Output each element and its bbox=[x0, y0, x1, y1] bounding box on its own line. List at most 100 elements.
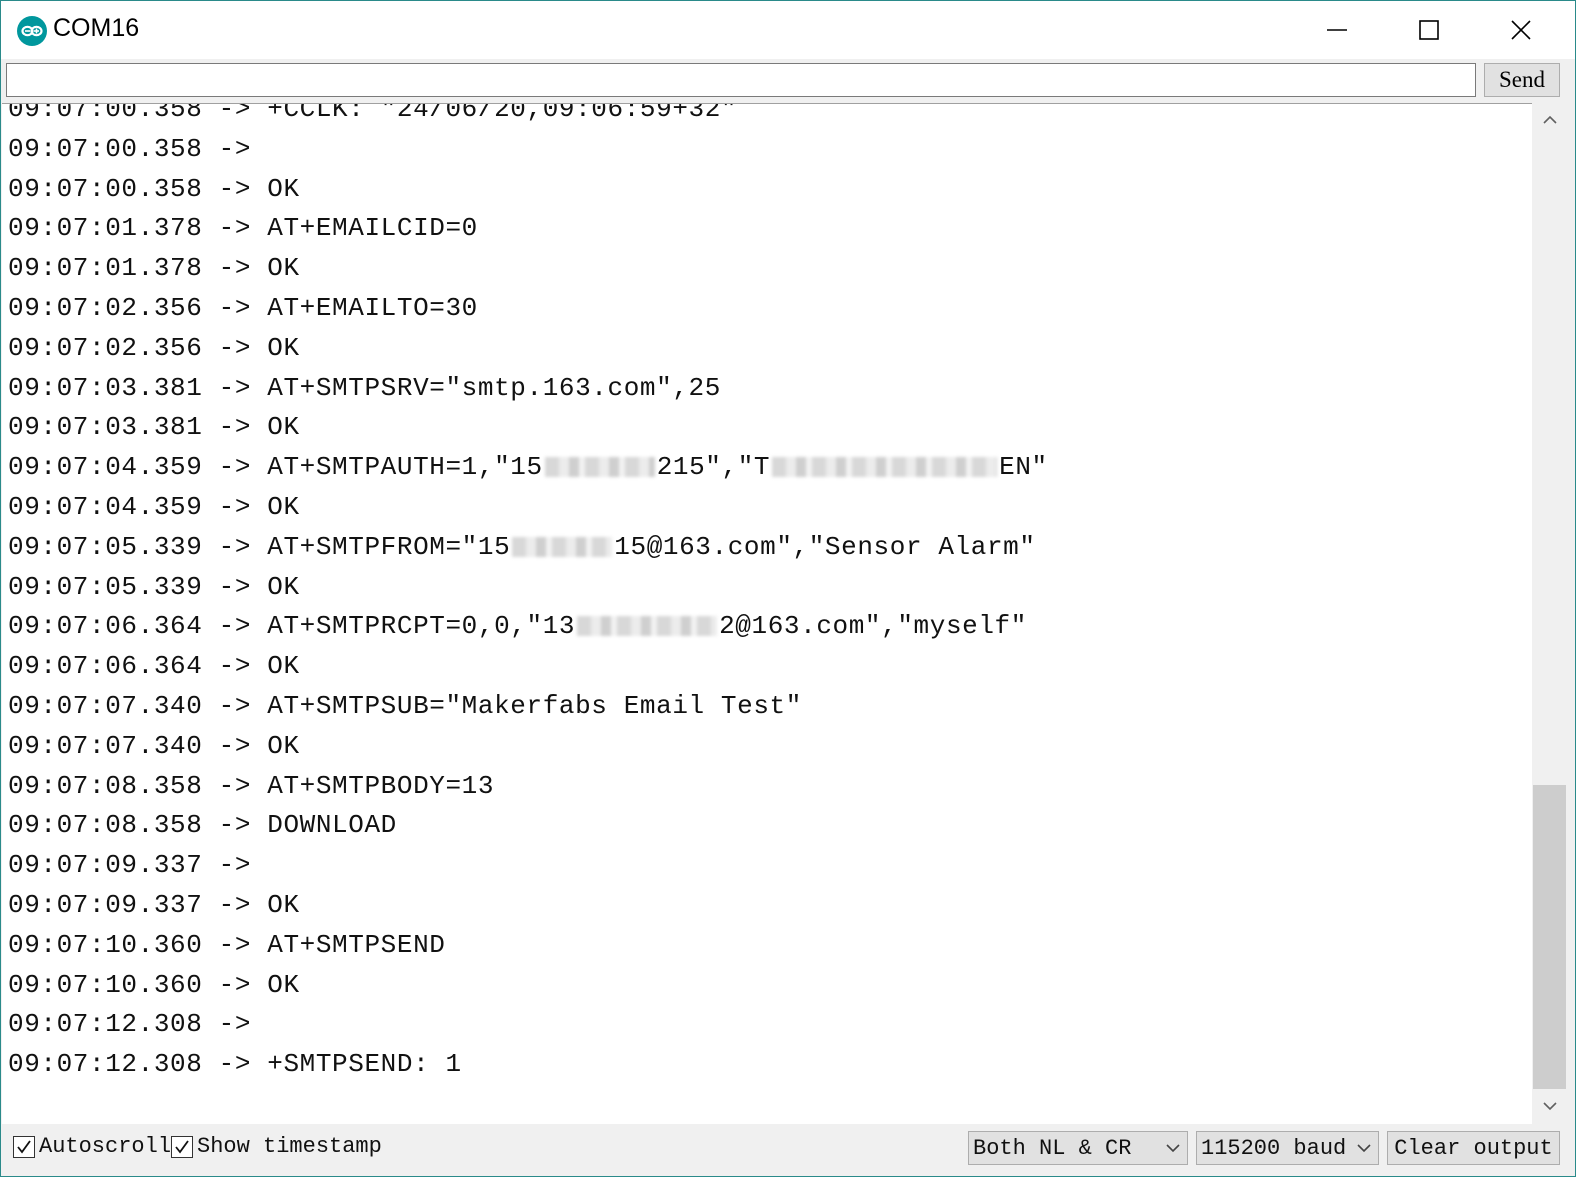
line-timestamp: 09:07:00.358 bbox=[8, 173, 203, 204]
line-text: OK bbox=[267, 969, 300, 1000]
output-line: 09:07:09.337 -> OK bbox=[8, 886, 1048, 926]
line-text: AT+SMTPSUB="Makerfabs Email Test" bbox=[267, 690, 802, 721]
line-arrow: -> bbox=[218, 1009, 252, 1040]
line-text: +CCLK: "24/06/20,09:06:59+32" bbox=[267, 103, 738, 124]
line-text: OK bbox=[267, 491, 300, 522]
output-line: 09:07:06.364 -> AT+SMTPRCPT=0,0,"13 2@163… bbox=[8, 607, 1048, 647]
line-arrow: -> bbox=[218, 611, 252, 642]
line-text: AT+SMTPBODY=13 bbox=[267, 770, 495, 801]
line-timestamp: 09:07:01.378 bbox=[8, 253, 203, 284]
output-line: 09:07:05.339 -> AT+SMTPFROM="15 15@163.co… bbox=[8, 528, 1048, 568]
title-bar[interactable]: COM16 bbox=[1, 1, 1575, 59]
output-line: 09:07:03.381 -> OK bbox=[8, 408, 1048, 448]
line-timestamp: 09:07:07.340 bbox=[8, 690, 203, 721]
output-line: 09:07:04.359 -> OK bbox=[8, 488, 1048, 528]
timestamp-option[interactable]: Show timestamp bbox=[171, 1134, 382, 1159]
line-timestamp: 09:07:02.356 bbox=[8, 292, 203, 323]
arduino-logo-icon bbox=[17, 16, 47, 46]
line-text: AT+SMTPSEND bbox=[267, 929, 446, 960]
line-timestamp: 09:07:04.359 bbox=[8, 452, 203, 483]
line-timestamp: 09:07:04.359 bbox=[8, 491, 203, 522]
line-arrow: -> bbox=[218, 412, 252, 443]
output-line: 09:07:07.340 -> OK bbox=[8, 727, 1048, 767]
line-text-segment: 215","T bbox=[656, 452, 771, 483]
line-text: AT+SMTPSRV="smtp.163.com",25 bbox=[267, 372, 721, 403]
line-arrow: -> bbox=[218, 810, 252, 841]
line-timestamp: 09:07:01.378 bbox=[8, 213, 203, 244]
chevron-down-icon bbox=[1166, 1144, 1180, 1153]
vertical-scrollbar[interactable] bbox=[1533, 103, 1566, 1123]
chevron-up-icon bbox=[1542, 115, 1557, 124]
line-arrow: -> bbox=[218, 969, 252, 1000]
output-line: 09:07:04.359 -> AT+SMTPAUTH=1,"15 215","T… bbox=[8, 448, 1048, 488]
output-line: 09:07:08.358 -> AT+SMTPBODY=13 bbox=[8, 767, 1048, 807]
line-text: AT+EMAILCID=0 bbox=[267, 213, 478, 244]
scroll-down-button[interactable] bbox=[1533, 1089, 1566, 1123]
timestamp-label: Show timestamp bbox=[197, 1134, 382, 1159]
line-arrow: -> bbox=[218, 531, 252, 562]
send-button[interactable]: Send bbox=[1484, 63, 1560, 97]
redacted-text bbox=[772, 457, 998, 478]
output-line: 09:07:01.378 -> OK bbox=[8, 249, 1048, 289]
line-arrow: -> bbox=[218, 770, 252, 801]
line-arrow: -> bbox=[218, 491, 252, 522]
line-timestamp: 09:07:06.364 bbox=[8, 611, 203, 642]
minimize-icon bbox=[1327, 29, 1347, 31]
scroll-up-button[interactable] bbox=[1533, 103, 1566, 137]
output-line: 09:07:03.381 -> AT+SMTPSRV="smtp.163.com… bbox=[8, 369, 1048, 409]
line-text-segment: 2@163.com","myself" bbox=[719, 611, 1027, 642]
checkmark-icon bbox=[17, 1139, 31, 1153]
line-arrow: -> bbox=[218, 103, 252, 124]
scroll-thumb[interactable] bbox=[1533, 785, 1566, 1089]
chevron-down-icon bbox=[1542, 1102, 1557, 1111]
autoscroll-checkbox[interactable] bbox=[13, 1135, 35, 1158]
output-line: 09:07:05.339 -> OK bbox=[8, 568, 1048, 608]
output-line: 09:07:12.308 -> bbox=[8, 1005, 1048, 1045]
line-timestamp: 09:07:10.360 bbox=[8, 929, 203, 960]
line-ending-select[interactable]: Both NL & CR bbox=[968, 1131, 1188, 1165]
timestamp-checkbox[interactable] bbox=[171, 1135, 193, 1158]
baud-rate-select[interactable]: 115200 baud bbox=[1196, 1131, 1379, 1165]
maximize-button[interactable] bbox=[1383, 1, 1475, 59]
baud-rate-value: 115200 baud bbox=[1201, 1135, 1347, 1161]
line-timestamp: 09:07:00.358 bbox=[8, 133, 203, 164]
line-arrow: -> bbox=[218, 332, 252, 363]
output-line: 09:07:00.358 -> OK bbox=[8, 170, 1048, 210]
line-text: OK bbox=[267, 730, 300, 761]
autoscroll-option[interactable]: Autoscroll bbox=[13, 1134, 171, 1159]
line-arrow: -> bbox=[218, 889, 252, 920]
maximize-icon bbox=[1419, 20, 1439, 40]
line-arrow: -> bbox=[218, 173, 252, 204]
redacted-text bbox=[512, 536, 613, 557]
line-text: OK bbox=[267, 253, 300, 284]
serial-output[interactable]: 09:07:00.358 -> +CCLK: "24/06/20,09:06:5… bbox=[2, 103, 1532, 1124]
line-text: OK bbox=[267, 889, 300, 920]
minimize-button[interactable] bbox=[1291, 1, 1383, 59]
line-timestamp: 09:07:10.360 bbox=[8, 969, 203, 1000]
output-line: 09:07:10.360 -> AT+SMTPSEND bbox=[8, 926, 1048, 966]
footer-bar: Autoscroll Show timestamp Both NL & CR 1… bbox=[1, 1125, 1575, 1176]
output-line: 09:07:01.378 -> AT+EMAILCID=0 bbox=[8, 209, 1048, 249]
output-line: 09:07:02.356 -> AT+EMAILTO=30 bbox=[8, 289, 1048, 329]
output-line: 09:07:02.356 -> OK bbox=[8, 329, 1048, 369]
redacted-text bbox=[577, 616, 718, 637]
close-button[interactable] bbox=[1475, 1, 1567, 59]
output-line: 09:07:09.337 -> bbox=[8, 846, 1048, 886]
line-text: +SMTPSEND: 1 bbox=[267, 1049, 462, 1080]
line-text: OK bbox=[267, 173, 300, 204]
window-title: COM16 bbox=[53, 14, 140, 42]
line-arrow: -> bbox=[218, 133, 252, 164]
redacted-text bbox=[544, 457, 655, 478]
line-text-segment: 15@163.com","Sensor Alarm" bbox=[614, 531, 1036, 562]
line-timestamp: 09:07:02.356 bbox=[8, 332, 203, 363]
line-text-segment: AT+SMTPFROM="15 bbox=[267, 531, 511, 562]
send-input[interactable] bbox=[6, 63, 1476, 97]
clear-output-button[interactable]: Clear output bbox=[1387, 1131, 1560, 1165]
line-text: DOWNLOAD bbox=[267, 810, 397, 841]
output-line: 09:07:12.308 -> +SMTPSEND: 1 bbox=[8, 1045, 1048, 1085]
line-text: OK bbox=[267, 571, 300, 602]
output-line: 09:07:07.340 -> AT+SMTPSUB="Makerfabs Em… bbox=[8, 687, 1048, 727]
line-arrow: -> bbox=[218, 929, 252, 960]
line-arrow: -> bbox=[218, 452, 252, 483]
autoscroll-label: Autoscroll bbox=[39, 1134, 172, 1159]
